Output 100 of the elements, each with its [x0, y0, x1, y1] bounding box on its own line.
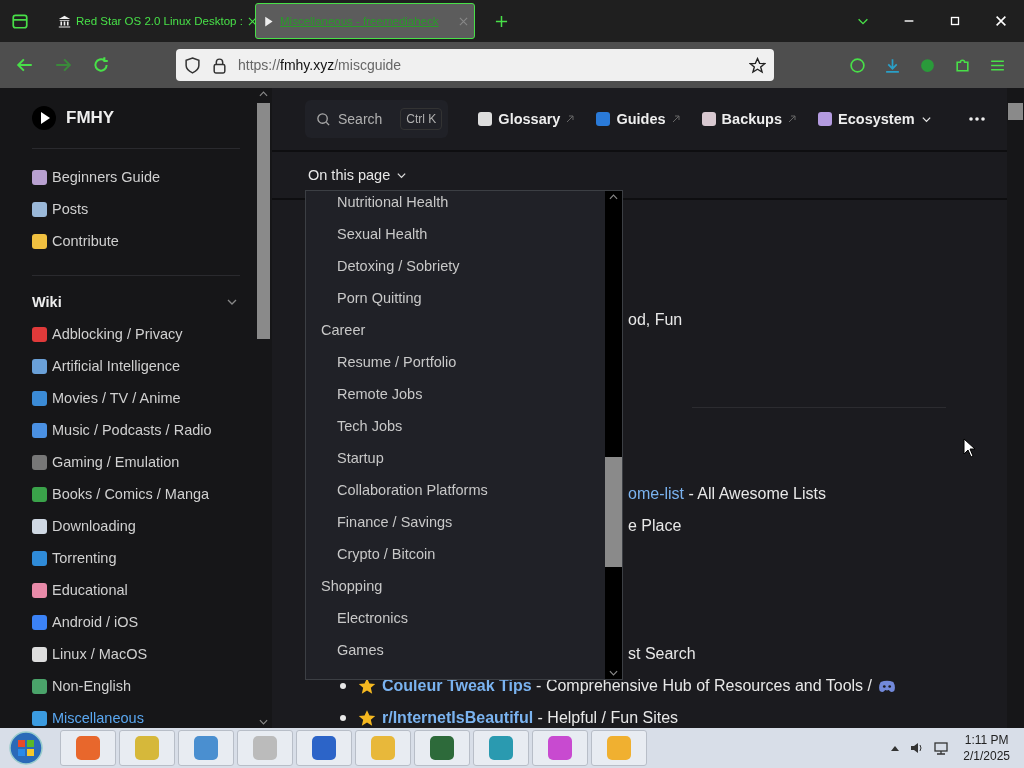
emoji-icon [32, 326, 47, 342]
emoji-icon [32, 358, 47, 374]
outline-link[interactable]: Collaboration Platforms [321, 474, 605, 506]
external-link-icon [671, 115, 680, 123]
maximize-icon[interactable] [948, 14, 962, 28]
play-logo-icon[interactable] [32, 106, 56, 130]
sidebar-item[interactable]: Linux / MacOS [32, 638, 148, 670]
emoji-icon [32, 614, 47, 630]
lock-icon[interactable] [211, 56, 228, 74]
taskbar-app[interactable] [414, 730, 470, 766]
emoji-icon [32, 486, 47, 502]
emoji-icon [818, 112, 833, 126]
close-tab-icon[interactable] [247, 16, 257, 26]
emoji-icon [32, 169, 47, 185]
more-icon[interactable] [967, 116, 986, 122]
start-orb-icon[interactable] [8, 730, 44, 766]
outline-link[interactable]: Crypto / Bitcoin [321, 538, 605, 570]
clock-date[interactable]: 2/1/2025 [963, 748, 1010, 764]
extension-icon[interactable] [849, 56, 866, 74]
body-text: e Place [628, 516, 682, 536]
sidebar-link[interactable]: Beginners Guide [32, 161, 160, 193]
sidebar-item[interactable]: Movies / TV / Anime [32, 382, 181, 414]
scroll-down-icon[interactable] [259, 719, 268, 725]
sidebar-item[interactable]: Artificial Intelligence [32, 350, 181, 382]
search-button[interactable]: Search Ctrl K [305, 100, 449, 138]
taskbar-app[interactable] [532, 730, 588, 766]
puzzle-icon[interactable] [954, 56, 971, 74]
nav-link[interactable]: Backups [701, 111, 797, 127]
sidebar-item[interactable]: Adblocking / Privacy [32, 318, 183, 350]
download-icon[interactable] [884, 56, 901, 74]
search-icon [316, 111, 331, 127]
site-name[interactable]: FMHY [66, 108, 115, 128]
clock-time[interactable]: 1:11 PM [964, 732, 1009, 748]
sidebar-link[interactable]: Contribute [32, 225, 119, 257]
emoji-icon [32, 518, 47, 534]
emoji-icon [32, 422, 47, 438]
sidebar-item[interactable]: Android / iOS [32, 606, 139, 638]
sidebar-item[interactable]: Torrenting [32, 542, 117, 574]
close-icon[interactable] [994, 14, 1008, 28]
columns-building-icon [58, 14, 71, 28]
discord-icon[interactable] [878, 679, 896, 693]
on-this-page-button[interactable]: On this page [308, 167, 408, 183]
address-bar[interactable]: https://fmhy.xyz/miscguide [176, 49, 774, 81]
outline-link[interactable]: Detoxing / Sobriety [321, 250, 605, 282]
search-label: Search [338, 111, 383, 127]
shield-icon[interactable] [184, 56, 201, 74]
nav-link[interactable]: Guides [596, 111, 680, 127]
outline-link[interactable]: Shopping [321, 570, 605, 602]
outline-link[interactable]: Games [321, 634, 605, 666]
play-icon [262, 14, 275, 28]
body-text: st Search [628, 644, 696, 664]
taskbar-app[interactable] [296, 730, 352, 766]
emoji-icon [596, 112, 611, 126]
taskbar-app[interactable] [473, 730, 529, 766]
outline-link[interactable]: Resume / Portfolio [321, 346, 605, 378]
emoji-icon [32, 678, 47, 694]
outline-link[interactable]: Sexual Health [321, 218, 605, 250]
sidebar-item[interactable]: Music / Podcasts / Radio [32, 414, 212, 446]
outline-link[interactable]: Remote Jobs [321, 378, 605, 410]
emoji-icon [32, 550, 47, 566]
scrollbar-thumb[interactable] [257, 103, 270, 339]
outline-link[interactable]: Finance / Savings [321, 506, 605, 538]
sidebar-item[interactable]: Books / Comics / Manga [32, 478, 210, 510]
scroll-up-icon[interactable] [609, 194, 618, 200]
sidebar-item[interactable]: Educational [32, 574, 128, 606]
back-arrow-icon[interactable] [16, 56, 34, 74]
sidebar-item[interactable]: Downloading [32, 510, 136, 542]
sidebar-item[interactable]: Miscellaneous [32, 702, 144, 728]
sidebar-link[interactable]: Posts [32, 193, 89, 225]
new-tab-button[interactable] [495, 14, 508, 28]
outline-link[interactable]: Career [321, 314, 605, 346]
caret-up-icon[interactable] [891, 745, 900, 751]
scroll-up-icon[interactable] [259, 91, 268, 97]
taskbar-app[interactable] [178, 730, 234, 766]
browser-tab[interactable]: Red Star OS 2.0 Linux Desktop : [51, 3, 251, 39]
taskbar-app[interactable] [60, 730, 116, 766]
emoji-icon [32, 646, 47, 662]
nav-link[interactable]: Ecosystem [818, 111, 932, 127]
emoji-icon [32, 233, 47, 249]
cursor-icon [963, 438, 975, 458]
nav-link[interactable]: Glossary [478, 111, 575, 127]
outline-link[interactable]: Nutritional Health [321, 191, 605, 218]
star-icon[interactable] [749, 56, 766, 74]
external-link-icon [566, 115, 575, 123]
scroll-down-icon[interactable] [609, 670, 618, 676]
emoji-icon [32, 710, 47, 726]
section-title: Wiki [32, 294, 62, 310]
outline-link[interactable]: Tech Jobs [321, 410, 605, 442]
outline-link[interactable]: Startup [321, 442, 605, 474]
shortcut-hint: Ctrl K [400, 108, 443, 130]
network-icon[interactable] [933, 740, 950, 756]
outline-link[interactable]: Electronics [321, 602, 605, 634]
tab-list-icon[interactable] [11, 12, 29, 30]
sidebar-item[interactable]: Gaming / Emulation [32, 446, 180, 478]
reload-icon[interactable] [92, 56, 110, 74]
scrollbar-thumb[interactable] [605, 457, 622, 567]
sidebar-item[interactable]: Non-English [32, 670, 131, 702]
outline-link[interactable]: Porn Quitting [321, 282, 605, 314]
body-text: od, Fun [628, 310, 683, 330]
scrollbar-thumb[interactable] [1008, 103, 1023, 120]
